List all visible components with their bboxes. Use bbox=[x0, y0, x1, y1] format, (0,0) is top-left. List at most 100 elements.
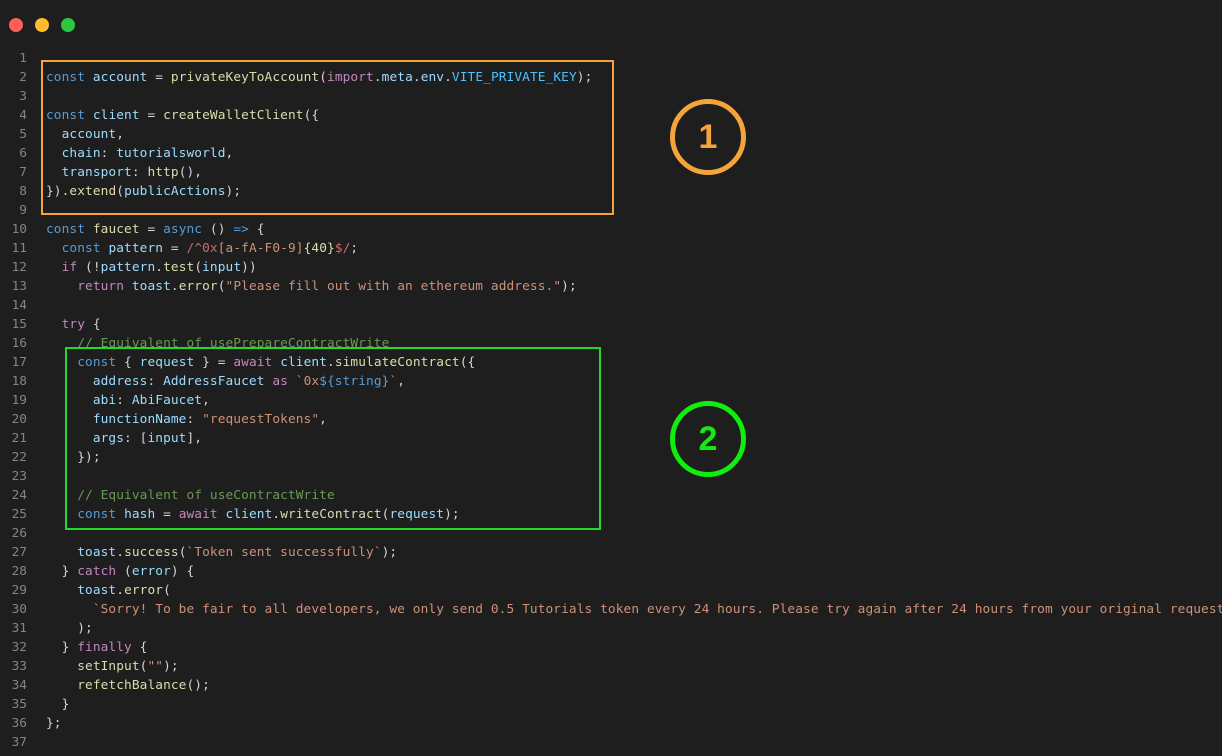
code-token: await bbox=[178, 507, 218, 522]
line-number: 32 bbox=[11, 640, 27, 655]
maximize-window-icon[interactable] bbox=[61, 18, 75, 32]
code-token: await bbox=[233, 355, 273, 370]
line-number: 33 bbox=[11, 659, 27, 674]
line-number: 10 bbox=[11, 222, 27, 237]
code-token: . bbox=[155, 260, 164, 275]
line-number: 14 bbox=[11, 298, 27, 313]
code-token: input bbox=[202, 260, 242, 275]
code-line: 7 transport: http(), bbox=[0, 163, 1222, 182]
line-number: 18 bbox=[11, 374, 27, 389]
line-number: 3 bbox=[19, 89, 27, 104]
code-text: toast.success(`Token sent successfully`)… bbox=[46, 543, 397, 562]
code-token: . bbox=[327, 355, 335, 370]
code-token: AddressFaucet bbox=[163, 374, 265, 389]
code-token: { bbox=[116, 355, 140, 370]
code-line: 1 bbox=[0, 49, 1222, 68]
code-token: ); bbox=[561, 279, 577, 294]
code-text: functionName: "requestTokens", bbox=[46, 410, 327, 429]
line-number: 35 bbox=[11, 697, 27, 712]
code-text: }; bbox=[46, 714, 62, 733]
code-token: )) bbox=[241, 260, 257, 275]
code-line: 26 bbox=[0, 524, 1222, 543]
code-line: 9 bbox=[0, 201, 1222, 220]
code-text: transport: http(), bbox=[46, 163, 202, 182]
close-window-icon[interactable] bbox=[9, 18, 23, 32]
code-text: const hash = await client.writeContract(… bbox=[46, 505, 460, 524]
line-number: 31 bbox=[11, 621, 27, 636]
line-number: 22 bbox=[11, 450, 27, 465]
line-number: 8 bbox=[19, 184, 27, 199]
annotation-badge-1: 1 bbox=[670, 99, 746, 175]
code-token: }). bbox=[46, 184, 70, 199]
code-token: {40} bbox=[303, 241, 335, 256]
code-token: : bbox=[116, 393, 132, 408]
code-token: : [ bbox=[124, 431, 148, 446]
code-token: hash bbox=[124, 507, 156, 522]
code-token: ; bbox=[350, 241, 359, 256]
code-token: ) { bbox=[170, 564, 195, 579]
code-token: faucet bbox=[92, 222, 140, 237]
line-number: 17 bbox=[11, 355, 27, 370]
code-text: const pattern = /^0x[a-fA-F0-9]{40}$/; bbox=[46, 239, 359, 258]
line-number: 25 bbox=[11, 507, 27, 522]
line-number: 20 bbox=[11, 412, 27, 427]
code-token: pattern bbox=[108, 241, 164, 256]
code-token: } bbox=[46, 640, 78, 655]
code-text: const account = privateKeyToAccount(impo… bbox=[46, 68, 592, 87]
code-token: [a-fA-F0-9] bbox=[217, 241, 304, 256]
code-window: 1 2 const account = privateKeyToAccount(im… bbox=[0, 0, 1222, 756]
code-token: AbiFaucet bbox=[131, 393, 203, 408]
code-token: as bbox=[272, 374, 288, 389]
line-number: 2 bbox=[19, 70, 27, 85]
minimize-window-icon[interactable] bbox=[35, 18, 49, 32]
line-number: 11 bbox=[11, 241, 27, 256]
code-token: . bbox=[412, 70, 421, 85]
code-line: 20 functionName: "requestTokens", bbox=[0, 410, 1222, 429]
code-line: 24 // Equivalent of useContractWrite bbox=[0, 486, 1222, 505]
code-line: 27 toast.success(`Token sent successfull… bbox=[0, 543, 1222, 562]
code-token: } = bbox=[194, 355, 234, 370]
code-token: `0x bbox=[295, 374, 320, 389]
code-token: . bbox=[444, 70, 452, 85]
code-token: if bbox=[61, 260, 78, 275]
code-token: (); bbox=[186, 678, 210, 693]
line-number: 26 bbox=[11, 526, 27, 541]
code-token: const bbox=[46, 222, 86, 237]
line-number: 28 bbox=[11, 564, 27, 579]
code-line: 30 `Sorry! To be fair to all developers,… bbox=[0, 600, 1222, 619]
code-token: = bbox=[139, 222, 164, 237]
line-number: 36 bbox=[11, 716, 27, 731]
code-token: () bbox=[202, 222, 234, 237]
code-text: setInput(""); bbox=[46, 657, 179, 676]
code-token: ); bbox=[444, 507, 460, 522]
code-token: = bbox=[147, 70, 171, 85]
code-token: : bbox=[131, 165, 148, 180]
code-token: , bbox=[397, 374, 406, 389]
code-line: 36}; bbox=[0, 714, 1222, 733]
code-line: 32 } finally { bbox=[0, 638, 1222, 657]
code-token: publicActions bbox=[124, 184, 226, 199]
line-number: 15 bbox=[11, 317, 27, 332]
line-number: 9 bbox=[19, 203, 27, 218]
code-line: 15 try { bbox=[0, 315, 1222, 334]
code-token: error bbox=[131, 564, 171, 579]
code-text: const client = createWalletClient({ bbox=[46, 106, 319, 125]
code-editor[interactable]: 1 2 const account = privateKeyToAccount(im… bbox=[0, 49, 1222, 752]
code-token: ); bbox=[46, 621, 93, 636]
code-token: catch bbox=[77, 564, 117, 579]
line-number: 21 bbox=[11, 431, 27, 446]
code-line: 22 }); bbox=[0, 448, 1222, 467]
code-token: toast bbox=[77, 545, 117, 560]
code-token: const bbox=[77, 355, 117, 370]
